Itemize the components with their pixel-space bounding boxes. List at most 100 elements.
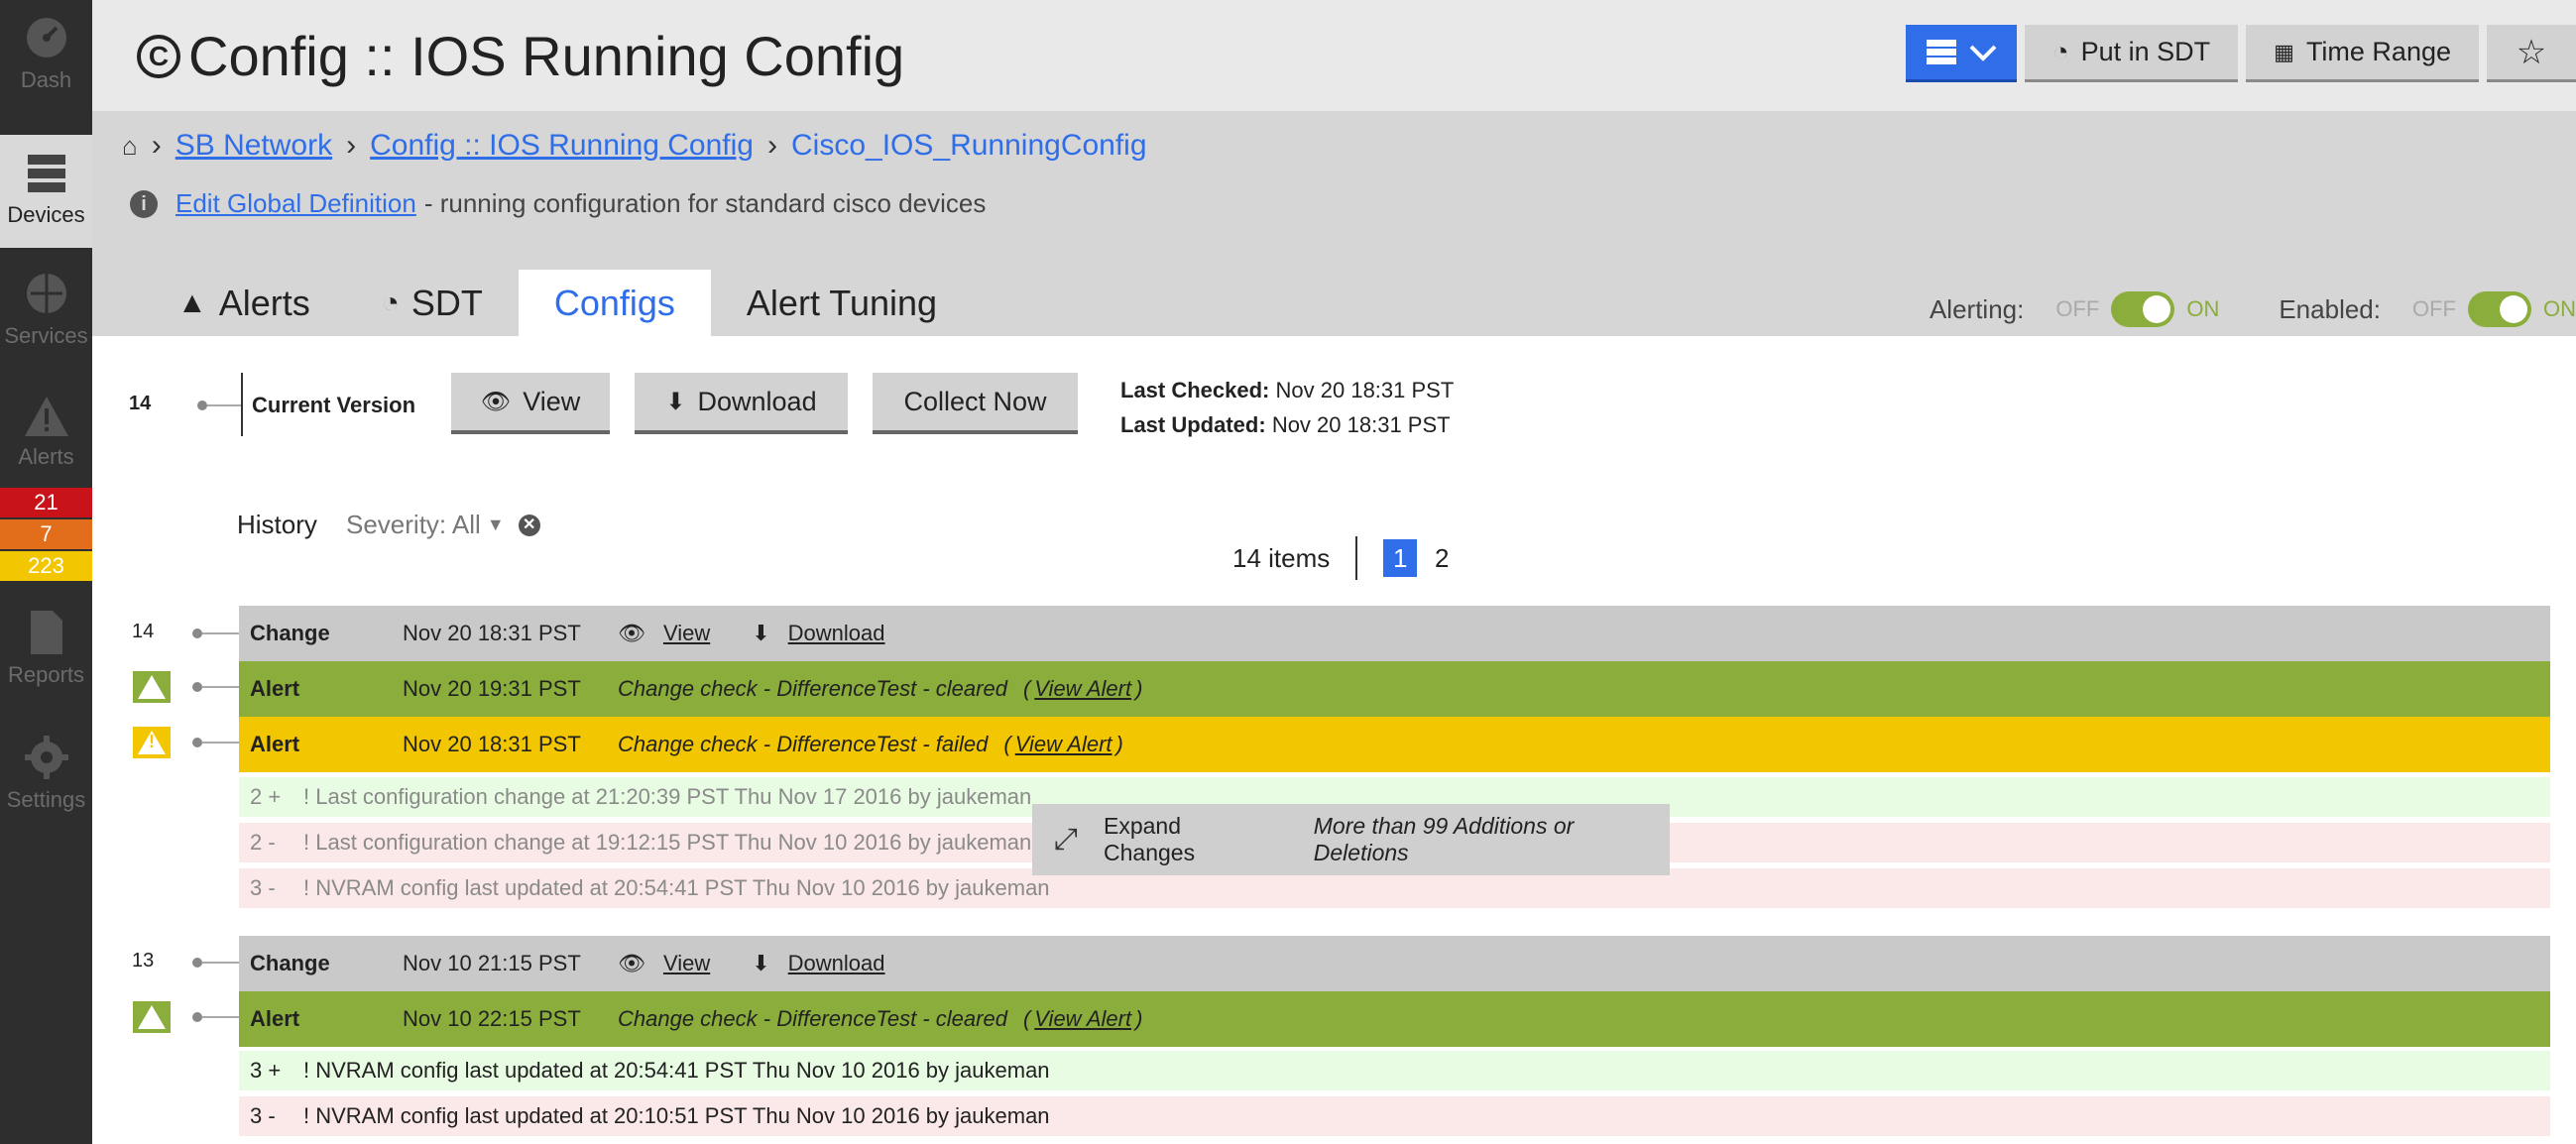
tab-configs[interactable]: Configs — [518, 270, 711, 336]
items-count: 14 items — [1232, 542, 1331, 573]
download-icon: ⬇ — [665, 388, 686, 415]
left-nav: Dash Devices Services Alerts 21 7 223 Re… — [0, 0, 92, 1144]
star-icon: ☆ — [2516, 33, 2547, 71]
alert-count-warning[interactable]: 223 — [0, 551, 92, 581]
nav-item-devices[interactable]: Devices — [0, 135, 92, 248]
alerting-on-label: ON — [2186, 296, 2220, 321]
alerting-toggle[interactable] — [2111, 291, 2175, 327]
home-icon[interactable]: ⌂ — [122, 131, 138, 162]
alert-cleared-icon — [138, 1005, 166, 1029]
tab-alert-tuning-label: Alert Tuning — [746, 282, 938, 323]
breadcrumb: ⌂ › SB Network › Config :: IOS Running C… — [122, 129, 1147, 163]
chevron-down-icon — [1969, 45, 1997, 61]
alerting-label: Alerting: — [1929, 293, 2025, 324]
download-link[interactable]: Download — [788, 621, 885, 646]
alert-row: Alert Nov 10 22:15 PST Change check - Di… — [239, 991, 2550, 1047]
nav-item-services[interactable]: Services — [0, 270, 92, 369]
row-type: Change — [250, 621, 330, 645]
time-range-label: Time Range — [2305, 37, 2451, 66]
view-button[interactable]: 👁 View — [451, 373, 610, 434]
exclamation-icon: ! — [149, 732, 155, 751]
timeline-connector — [207, 404, 241, 406]
diff-line-text: ! Last configuration change at 21:20:39 … — [303, 784, 1032, 809]
paren: ( — [1003, 732, 1011, 756]
diff-line-number: 3 + — [250, 1058, 282, 1083]
last-info: Last Checked: Nov 20 18:31 PST Last Upda… — [1120, 373, 1454, 442]
timeline-dot — [192, 629, 202, 638]
nav-item-reports[interactable]: Reports — [0, 609, 92, 708]
diff-line-removed: 3 - ! NVRAM config last updated at 20:10… — [239, 1096, 2550, 1136]
expand-note: More than 99 Additions or Deletions — [1313, 813, 1575, 865]
severity-filter[interactable]: Severity: All ▼ ✕ — [346, 510, 540, 540]
enabled-label: Enabled: — [2279, 293, 2381, 324]
current-version-label: Current Version — [252, 393, 416, 417]
change-row: Change Nov 10 21:15 PST 👁 View ⬇ Downloa… — [239, 936, 2550, 991]
diff-line-text: ! NVRAM config last updated at 20:54:41 … — [303, 875, 1050, 900]
view-link[interactable]: View — [663, 621, 710, 646]
clear-filter-icon[interactable]: ✕ — [518, 514, 540, 536]
expand-changes-label: Expand Changes — [1104, 813, 1196, 865]
alert-icon: ▲ — [177, 286, 207, 319]
row-time: Nov 10 22:15 PST — [403, 1006, 581, 1031]
nav-label-devices: Devices — [7, 202, 85, 227]
view-link[interactable]: View — [663, 951, 710, 976]
devices-icon — [1927, 39, 1957, 64]
current-version-number: 14 — [129, 393, 152, 414]
tab-alert-tuning[interactable]: Alert Tuning — [711, 270, 973, 336]
gear-icon — [24, 736, 68, 779]
diff-line-text: ! NVRAM config last updated at 20:54:41 … — [303, 1058, 1050, 1083]
tab-sdt-label: SDT — [410, 282, 483, 323]
last-updated-value: Nov 20 18:31 PST — [1271, 412, 1451, 437]
severity-label: Severity: All — [346, 510, 481, 539]
view-alert-link[interactable]: View Alert — [1034, 1006, 1131, 1032]
download-link[interactable]: Download — [788, 951, 885, 976]
collect-now-button[interactable]: Collect Now — [873, 373, 1078, 434]
page-1-button[interactable]: 1 — [1383, 539, 1418, 577]
nav-item-alerts[interactable]: Alerts — [0, 395, 92, 484]
tab-sdt[interactable]: ◔ SDT — [346, 270, 519, 336]
nav-item-dash[interactable]: Dash — [0, 14, 92, 123]
view-alert-link[interactable]: View Alert — [1015, 732, 1112, 757]
change-row: Change Nov 20 18:31 PST 👁 View ⬇ Downloa… — [239, 606, 2550, 661]
row-time: Nov 20 19:31 PST — [403, 676, 581, 701]
edit-global-definition-link[interactable]: Edit Global Definition — [176, 188, 416, 219]
put-in-sdt-label: Put in SDT — [2080, 37, 2211, 66]
pagination: 14 items 1 2 — [1232, 536, 1466, 580]
download-button[interactable]: ⬇ Download — [635, 373, 848, 434]
time-range-button[interactable]: ▦ Time Range — [2246, 25, 2479, 82]
put-in-sdt-button[interactable]: ◔ Put in SDT — [2025, 25, 2239, 82]
alert-text: Change check - DifferenceTest - failed — [618, 732, 989, 756]
download-icon: ⬇ — [752, 951, 770, 975]
devices-icon — [27, 155, 65, 192]
diff-line-number: 2 - — [250, 830, 276, 855]
tab-alerts[interactable]: ▲ Alerts — [142, 270, 346, 336]
expand-changes-button[interactable]: ⤢ Expand Changes More than 99 Additions … — [1032, 804, 1670, 875]
reports-icon — [30, 611, 62, 654]
breadcrumb-datasource[interactable]: Config :: IOS Running Config — [370, 129, 754, 163]
row-type: Alert — [250, 1006, 300, 1031]
breadcrumb-sb-network[interactable]: SB Network — [176, 129, 332, 163]
tab-alerts-label: Alerts — [218, 282, 310, 323]
favorite-button[interactable]: ☆ — [2487, 25, 2576, 82]
paren: ) — [1135, 1006, 1143, 1031]
alert-count-critical[interactable]: 21 — [0, 488, 92, 517]
device-actions-button[interactable] — [1906, 25, 2018, 82]
alert-text: Change check - DifferenceTest - cleared — [618, 676, 1007, 701]
alert-count-error[interactable]: 7 — [0, 519, 92, 549]
diff-line-text: ! Last configuration change at 19:12:15 … — [303, 830, 1032, 855]
enabled-toggle[interactable] — [2468, 291, 2531, 327]
warning-badge: ! — [131, 725, 173, 760]
page-2-button[interactable]: 2 — [1425, 539, 1459, 577]
nav-label-settings: Settings — [6, 787, 86, 812]
info-icon: i — [130, 189, 158, 218]
nav-label-alerts: Alerts — [18, 444, 74, 469]
timeline-dot — [192, 1012, 202, 1022]
timeline-dot — [192, 958, 202, 968]
diff-line-text: ! NVRAM config last updated at 20:10:51 … — [303, 1103, 1050, 1128]
page-title: Config :: IOS Running Config — [188, 25, 905, 87]
chevron-right-icon: › — [346, 129, 357, 162]
view-alert-link[interactable]: View Alert — [1034, 676, 1131, 702]
alert-cleared-icon — [138, 675, 166, 699]
nav-item-settings[interactable]: Settings — [0, 734, 92, 833]
caret-down-icon: ▼ — [486, 515, 505, 534]
